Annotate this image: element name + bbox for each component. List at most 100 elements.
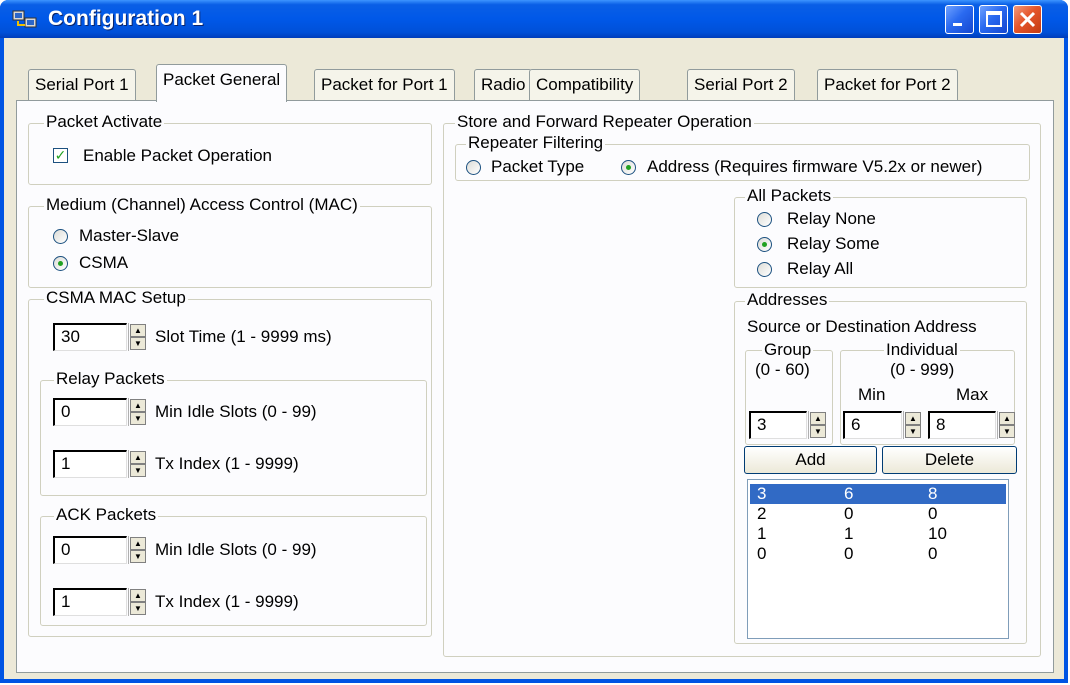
min-spinner[interactable]: ▲ ▼ bbox=[903, 411, 921, 439]
csma-setup-title: CSMA MAC Setup bbox=[44, 288, 188, 307]
spin-up-icon[interactable]: ▲ bbox=[905, 412, 921, 425]
min-input[interactable]: 6 bbox=[843, 411, 902, 439]
title-bar[interactable]: Configuration 1 bbox=[0, 0, 1068, 38]
slot-time-input[interactable]: 30 bbox=[53, 323, 127, 351]
relay-some-radio[interactable] bbox=[757, 237, 772, 252]
relay-min-idle-spinner[interactable]: ▲ ▼ bbox=[128, 398, 146, 426]
window-title: Configuration 1 bbox=[48, 7, 204, 30]
list-cell-group: 2 bbox=[757, 504, 767, 523]
addresses-title: Addresses bbox=[745, 290, 830, 309]
packet-type-radio[interactable] bbox=[466, 160, 481, 175]
list-cell-max: 0 bbox=[928, 544, 938, 563]
max-input[interactable]: 8 bbox=[928, 411, 996, 439]
list-cell-group: 0 bbox=[757, 544, 767, 563]
individual-range: (0 - 999) bbox=[890, 360, 955, 379]
spin-down-icon[interactable]: ▼ bbox=[130, 412, 146, 425]
tab-label: Radio bbox=[481, 75, 526, 94]
list-item[interactable]: 2 0 0 bbox=[750, 504, 1006, 524]
csma-radio[interactable] bbox=[53, 256, 68, 271]
spin-up-icon[interactable]: ▲ bbox=[130, 451, 146, 464]
list-cell-min: 6 bbox=[844, 484, 854, 503]
tab-label: Serial Port 1 bbox=[35, 75, 129, 94]
master-slave-radio[interactable] bbox=[53, 229, 68, 244]
list-cell-min: 1 bbox=[844, 524, 854, 543]
list-cell-min: 0 bbox=[844, 504, 854, 523]
store-forward-title: Store and Forward Repeater Operation bbox=[455, 112, 754, 131]
tab-label: Serial Port 2 bbox=[694, 75, 788, 94]
spin-down-icon[interactable]: ▼ bbox=[810, 425, 826, 438]
enable-packet-checkbox[interactable]: ✓ bbox=[53, 148, 68, 163]
minimize-icon bbox=[953, 23, 962, 26]
tab-packet-for-port-1[interactable]: Packet for Port 1 bbox=[314, 69, 455, 101]
ack-tx-index-spinner[interactable]: ▲ ▼ bbox=[128, 588, 146, 616]
relay-some-label: Relay Some bbox=[787, 234, 880, 253]
tab-label: Packet General bbox=[163, 70, 281, 89]
add-button[interactable]: Add bbox=[744, 446, 877, 474]
tab-label: Compatibility bbox=[536, 75, 634, 94]
maximize-icon bbox=[986, 11, 1002, 27]
spin-up-icon[interactable]: ▲ bbox=[130, 399, 146, 412]
relay-min-idle-label: Min Idle Slots (0 - 99) bbox=[155, 402, 317, 421]
spin-down-icon[interactable]: ▼ bbox=[130, 602, 146, 615]
relay-tx-index-input[interactable]: 1 bbox=[53, 450, 127, 478]
spin-up-icon[interactable]: ▲ bbox=[130, 589, 146, 602]
group-range: (0 - 60) bbox=[755, 360, 810, 379]
packet-activate-title: Packet Activate bbox=[44, 112, 165, 131]
list-item[interactable]: 3 6 8 bbox=[750, 484, 1006, 504]
minimize-button[interactable] bbox=[945, 5, 974, 34]
ack-min-idle-spinner[interactable]: ▲ ▼ bbox=[128, 536, 146, 564]
relay-packets-title: Relay Packets bbox=[54, 369, 167, 388]
relay-none-radio[interactable] bbox=[757, 212, 772, 227]
mac-title: Medium (Channel) Access Control (MAC) bbox=[44, 195, 360, 214]
all-packets-group bbox=[734, 197, 1027, 288]
tab-serial-port-1[interactable]: Serial Port 1 bbox=[28, 69, 136, 101]
group-input[interactable]: 3 bbox=[749, 411, 807, 439]
spin-up-icon[interactable]: ▲ bbox=[810, 412, 826, 425]
tab-label: Packet for Port 1 bbox=[321, 75, 448, 94]
tab-packet-general[interactable]: Packet General bbox=[156, 64, 288, 102]
list-cell-max: 0 bbox=[928, 504, 938, 523]
list-cell-min: 0 bbox=[844, 544, 854, 563]
maximize-button[interactable] bbox=[979, 5, 1008, 34]
max-spinner[interactable]: ▲ ▼ bbox=[997, 411, 1015, 439]
relay-all-radio[interactable] bbox=[757, 262, 772, 277]
spin-up-icon[interactable]: ▲ bbox=[130, 324, 146, 337]
spin-down-icon[interactable]: ▼ bbox=[905, 425, 921, 438]
ack-packets-title: ACK Packets bbox=[54, 505, 159, 524]
ack-tx-index-input[interactable]: 1 bbox=[53, 588, 127, 616]
individual-title: Individual bbox=[884, 340, 960, 359]
ack-min-idle-input[interactable]: 0 bbox=[53, 536, 127, 564]
group-spinner[interactable]: ▲ ▼ bbox=[808, 411, 826, 439]
csma-label: CSMA bbox=[79, 253, 129, 272]
tab-compatibility[interactable]: Compatibility bbox=[529, 69, 641, 101]
tab-serial-port-2[interactable]: Serial Port 2 bbox=[687, 69, 795, 101]
spin-down-icon[interactable]: ▼ bbox=[130, 337, 146, 350]
slot-time-spinner[interactable]: ▲ ▼ bbox=[128, 323, 146, 351]
group-title: Group bbox=[762, 340, 814, 359]
tab-packet-for-port-2[interactable]: Packet for Port 2 bbox=[817, 69, 958, 101]
packet-type-label: Packet Type bbox=[491, 157, 585, 176]
app-icon bbox=[12, 10, 37, 28]
list-cell-max: 10 bbox=[928, 524, 947, 543]
relay-min-idle-input[interactable]: 0 bbox=[53, 398, 127, 426]
list-item[interactable]: 0 0 0 bbox=[750, 544, 1006, 564]
mac-group bbox=[28, 206, 432, 288]
list-item[interactable]: 1 1 10 bbox=[750, 524, 1006, 544]
address-filter-radio[interactable] bbox=[621, 160, 636, 175]
relay-tx-index-spinner[interactable]: ▲ ▼ bbox=[128, 450, 146, 478]
spin-down-icon[interactable]: ▼ bbox=[130, 464, 146, 477]
spin-up-icon[interactable]: ▲ bbox=[130, 537, 146, 550]
delete-button[interactable]: Delete bbox=[882, 446, 1017, 474]
min-label: Min bbox=[858, 385, 886, 404]
max-label: Max bbox=[956, 385, 989, 404]
close-button[interactable] bbox=[1013, 5, 1042, 34]
addresses-subtitle: Source or Destination Address bbox=[747, 317, 977, 336]
spin-down-icon[interactable]: ▼ bbox=[999, 425, 1015, 438]
enable-packet-label: Enable Packet Operation bbox=[83, 146, 273, 165]
tab-radio[interactable]: Radio bbox=[474, 69, 533, 101]
address-list[interactable]: 3 6 8 2 0 0 1 1 10 0 0 0 bbox=[747, 479, 1009, 639]
close-icon bbox=[1019, 11, 1036, 28]
spin-up-icon[interactable]: ▲ bbox=[999, 412, 1015, 425]
relay-all-label: Relay All bbox=[787, 259, 854, 278]
spin-down-icon[interactable]: ▼ bbox=[130, 550, 146, 563]
